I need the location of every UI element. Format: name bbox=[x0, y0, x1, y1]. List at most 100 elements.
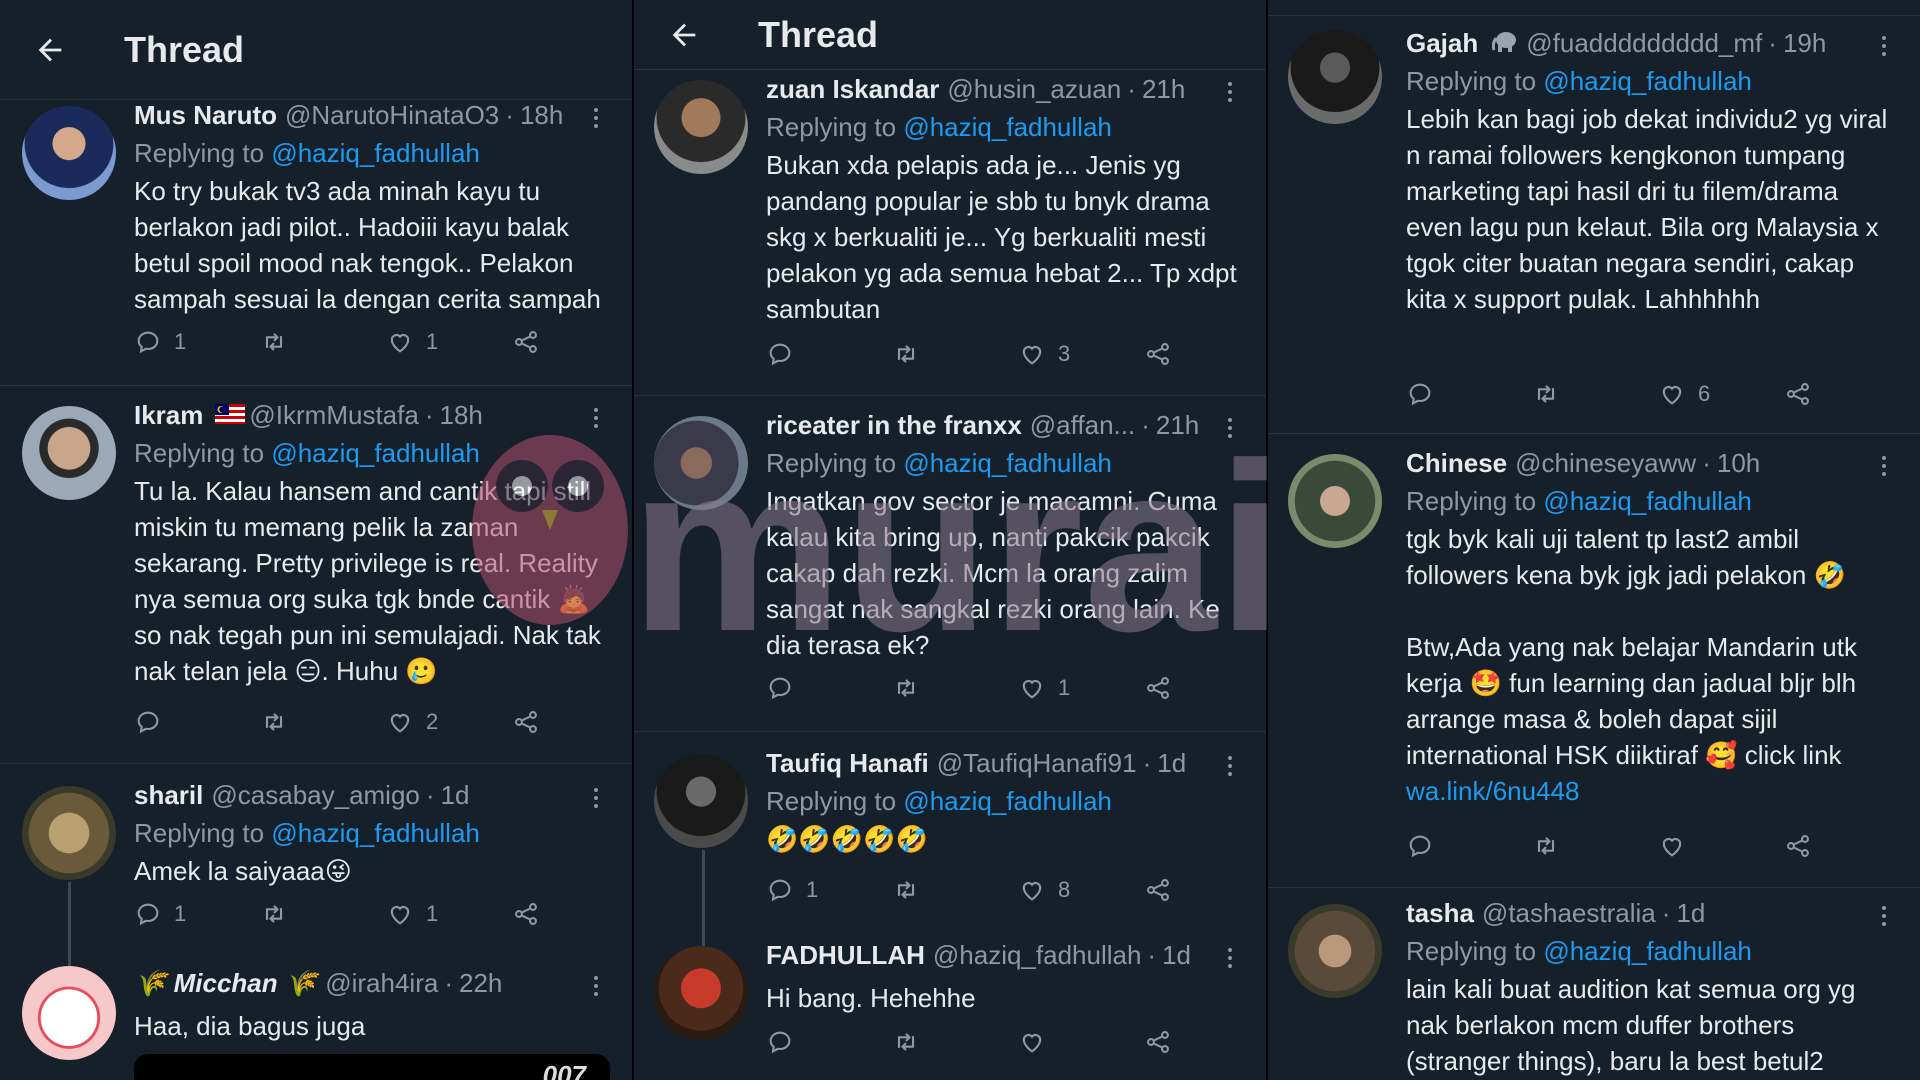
share-button[interactable] bbox=[512, 900, 632, 928]
avatar[interactable] bbox=[654, 754, 748, 848]
timestamp[interactable]: 10h bbox=[1717, 448, 1760, 479]
external-link[interactable]: wa.link/6nu448 bbox=[1406, 776, 1579, 806]
more-options-icon[interactable] bbox=[1218, 940, 1242, 976]
more-options-icon[interactable] bbox=[584, 968, 608, 1004]
tweet[interactable]: Mus Naruto @NarutoHinataO3 · 18h Replyin… bbox=[0, 100, 632, 386]
retweet-button[interactable] bbox=[892, 674, 1018, 702]
display-name[interactable]: tasha bbox=[1406, 898, 1474, 929]
avatar[interactable] bbox=[22, 406, 116, 500]
display-name[interactable]: Chinese bbox=[1406, 448, 1507, 479]
display-name[interactable]: Taufiq Hanafi bbox=[766, 748, 929, 779]
user-handle[interactable]: @casabay_amigo bbox=[211, 780, 420, 811]
more-options-icon[interactable] bbox=[1218, 410, 1242, 446]
retweet-button[interactable] bbox=[892, 1028, 1018, 1056]
tweet[interactable]: sharil @casabay_amigo · 1d Replying to @… bbox=[0, 764, 632, 958]
timestamp[interactable]: 1d bbox=[1157, 748, 1186, 779]
back-button[interactable] bbox=[654, 5, 714, 65]
display-name[interactable]: Gajah bbox=[1406, 28, 1478, 59]
display-name[interactable]: zuan Iskandar bbox=[766, 74, 939, 105]
user-handle[interactable]: @husin_azuan bbox=[947, 74, 1121, 105]
mention-link[interactable]: @haziq_fadhullah bbox=[1543, 936, 1752, 966]
avatar[interactable] bbox=[22, 106, 116, 200]
tweet[interactable]: Chinese @chineseyaww · 10h Replying to @… bbox=[1268, 434, 1920, 888]
tweet[interactable]: tasha @tashaestralia · 1d Replying to @h… bbox=[1268, 888, 1920, 1080]
share-button[interactable] bbox=[1144, 1028, 1266, 1056]
like-button[interactable] bbox=[1658, 832, 1784, 860]
avatar[interactable] bbox=[1288, 454, 1382, 548]
mention-link[interactable]: @haziq_fadhullah bbox=[903, 112, 1112, 142]
share-button[interactable] bbox=[1144, 674, 1266, 702]
like-button[interactable]: 6 bbox=[1658, 380, 1784, 408]
reply-button[interactable] bbox=[766, 1028, 892, 1056]
media-preview[interactable]: 007 bbox=[134, 1054, 610, 1080]
timestamp[interactable]: 21h bbox=[1142, 74, 1185, 105]
mention-link[interactable]: @haziq_fadhullah bbox=[903, 448, 1112, 478]
like-button[interactable]: 2 bbox=[386, 708, 512, 736]
back-button[interactable] bbox=[20, 20, 80, 80]
tweet[interactable]: FADHULLAH @haziq_fadhullah · 1d Hi bang.… bbox=[634, 938, 1266, 1078]
retweet-button[interactable] bbox=[1532, 832, 1658, 860]
reply-button[interactable] bbox=[1406, 380, 1532, 408]
reply-button[interactable] bbox=[1406, 832, 1532, 860]
tweet[interactable]: 🌾 Micchan 🌾 @irah4ira · 22h Haa, dia bag… bbox=[0, 958, 632, 1080]
avatar[interactable] bbox=[654, 946, 748, 1040]
retweet-button[interactable] bbox=[892, 340, 1018, 368]
retweet-button[interactable] bbox=[892, 876, 1018, 904]
share-button[interactable] bbox=[1144, 340, 1266, 368]
like-button[interactable]: 8 bbox=[1018, 876, 1144, 904]
reply-button[interactable] bbox=[134, 708, 260, 736]
like-button[interactable]: 1 bbox=[1018, 674, 1144, 702]
user-handle[interactable]: @TaufiqHanafi91 bbox=[937, 748, 1137, 779]
mention-link[interactable]: @haziq_fadhullah bbox=[1543, 486, 1752, 516]
retweet-button[interactable] bbox=[260, 708, 386, 736]
share-button[interactable] bbox=[1784, 380, 1910, 408]
avatar[interactable] bbox=[654, 416, 748, 510]
user-handle[interactable]: @haziq_fadhullah bbox=[933, 940, 1142, 971]
retweet-button[interactable] bbox=[1532, 380, 1658, 408]
like-button[interactable]: 1 bbox=[386, 328, 512, 356]
retweet-button[interactable] bbox=[260, 328, 386, 356]
user-handle[interactable]: @affan... bbox=[1030, 410, 1135, 441]
tweet[interactable]: zuan Iskandar @husin_azuan · 21h Replyin… bbox=[634, 70, 1266, 396]
avatar[interactable] bbox=[22, 786, 116, 880]
user-handle[interactable]: @tashaestralia bbox=[1482, 898, 1656, 929]
avatar[interactable] bbox=[1288, 904, 1382, 998]
like-button[interactable]: 3 bbox=[1018, 340, 1144, 368]
reply-button[interactable]: 1 bbox=[134, 900, 260, 928]
reply-button[interactable] bbox=[766, 674, 892, 702]
more-options-icon[interactable] bbox=[1218, 74, 1242, 110]
reply-button[interactable]: 1 bbox=[766, 876, 892, 904]
tweet[interactable]: Gajah @fuaddddddddd_mf · 19h Replying to… bbox=[1268, 16, 1920, 434]
timestamp[interactable]: 22h bbox=[459, 968, 502, 999]
share-button[interactable] bbox=[1784, 832, 1910, 860]
reply-button[interactable]: 1 bbox=[134, 328, 260, 356]
like-button[interactable]: 1 bbox=[386, 900, 512, 928]
more-options-icon[interactable] bbox=[1872, 28, 1896, 64]
display-name[interactable]: Ikram bbox=[134, 400, 203, 431]
timestamp[interactable]: 18h bbox=[520, 100, 563, 131]
display-name[interactable]: sharil bbox=[134, 780, 203, 811]
mention-link[interactable]: @haziq_fadhullah bbox=[271, 818, 480, 848]
avatar[interactable] bbox=[654, 80, 748, 174]
more-options-icon[interactable] bbox=[584, 780, 608, 816]
user-handle[interactable]: @NarutoHinataO3 bbox=[285, 100, 499, 131]
user-handle[interactable]: @IkrmMustafa bbox=[249, 400, 418, 431]
more-options-icon[interactable] bbox=[584, 100, 608, 136]
timestamp[interactable]: 1d bbox=[441, 780, 470, 811]
timestamp[interactable]: 19h bbox=[1783, 28, 1826, 59]
display-name[interactable]: FADHULLAH bbox=[766, 940, 925, 971]
retweet-button[interactable] bbox=[260, 900, 386, 928]
tweet[interactable]: Ikram @IkrmMustafa · 18h Replying to @ha… bbox=[0, 386, 632, 764]
user-handle[interactable]: @fuaddddddddd_mf bbox=[1526, 28, 1762, 59]
user-handle[interactable]: @irah4ira bbox=[325, 968, 438, 999]
mention-link[interactable]: @haziq_fadhullah bbox=[1543, 66, 1752, 96]
display-name[interactable]: Mus Naruto bbox=[134, 100, 277, 131]
user-handle[interactable]: @chineseyaww bbox=[1515, 448, 1696, 479]
timestamp[interactable]: 1d bbox=[1162, 940, 1191, 971]
timestamp[interactable]: 18h bbox=[439, 400, 482, 431]
display-name[interactable]: riceater in the franxx bbox=[766, 410, 1022, 441]
tweet[interactable]: Taufiq Hanafi @TaufiqHanafi91 · 1d Reply… bbox=[634, 732, 1266, 938]
display-name[interactable]: 🌾 Micchan 🌾 bbox=[134, 968, 317, 999]
share-button[interactable] bbox=[512, 708, 632, 736]
share-button[interactable] bbox=[1144, 876, 1266, 904]
